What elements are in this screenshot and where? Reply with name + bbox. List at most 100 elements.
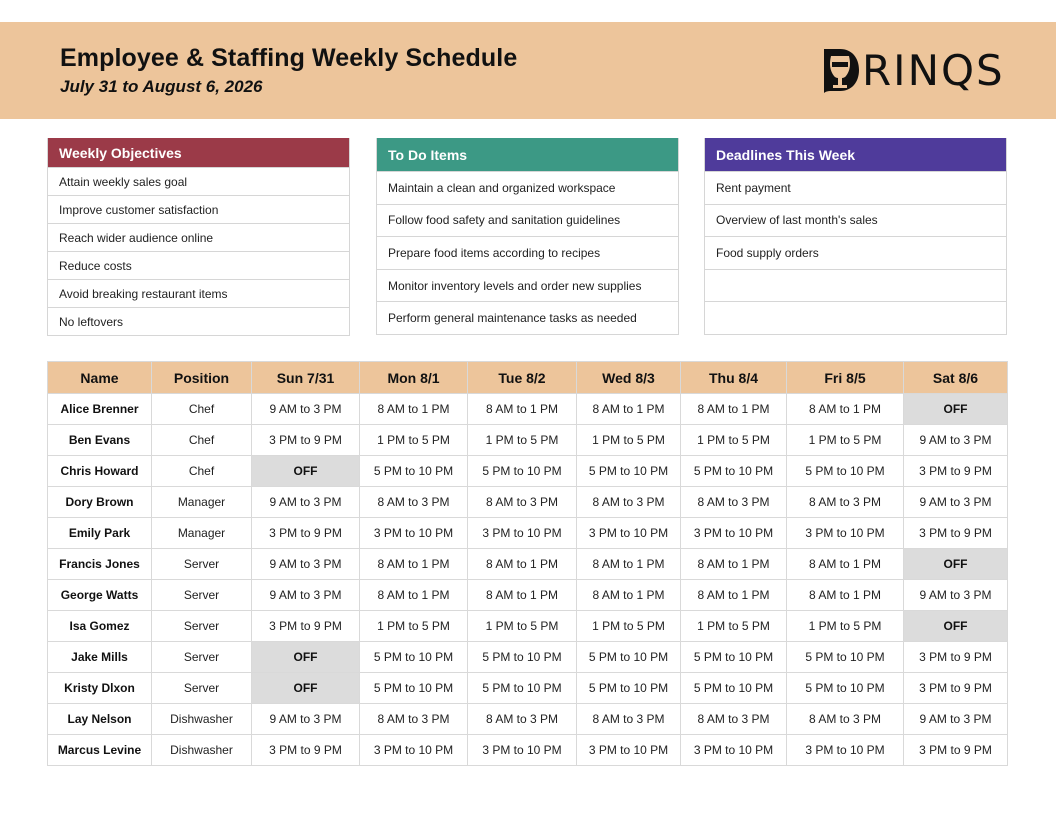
table-row: Isa Gomez Server 3 PM to 9 PM 1 PM to 5 PM 1… xyxy=(47,610,1008,642)
brand-name: RINQS xyxy=(862,46,1005,95)
shift-cell: 1 PM to 5 PM xyxy=(467,610,577,642)
shift-cell: 9 AM to 3 PM xyxy=(903,579,1008,611)
shift-cell: 8 AM to 1 PM xyxy=(576,548,681,580)
list-item: Follow food safety and sanitation guidel… xyxy=(377,203,678,237)
list-item: Avoid breaking restaurant items xyxy=(48,279,349,307)
todo-items-panel: To Do Items Maintain a clean and organiz… xyxy=(376,138,679,335)
employee-name: George Watts xyxy=(47,579,152,611)
shift-off-cell: OFF xyxy=(251,672,360,704)
shift-cell: 8 AM to 3 PM xyxy=(680,486,787,518)
column-header: Name xyxy=(47,361,152,394)
shift-cell: 3 PM to 9 PM xyxy=(903,455,1008,487)
employee-position: Chef xyxy=(151,393,252,425)
shift-cell: 8 AM to 3 PM xyxy=(359,703,468,735)
employee-position: Server xyxy=(151,610,252,642)
shift-cell: 5 PM to 10 PM xyxy=(467,641,577,673)
shift-cell: 3 PM to 9 PM xyxy=(251,734,360,766)
shift-cell: 8 AM to 3 PM xyxy=(467,703,577,735)
table-row: Jake Mills Server OFF 5 PM to 10 PM 5 PM to … xyxy=(47,641,1008,673)
employee-name: Emily Park xyxy=(47,517,152,549)
employee-position: Server xyxy=(151,579,252,611)
weekly-objectives-title: Weekly Objectives xyxy=(48,138,349,167)
list-item: Monitor inventory levels and order new s… xyxy=(377,268,678,302)
shift-cell: 9 AM to 3 PM xyxy=(903,703,1008,735)
shift-cell: 8 AM to 1 PM xyxy=(467,579,577,611)
shift-cell: 3 PM to 9 PM xyxy=(903,734,1008,766)
shift-cell: 8 AM to 1 PM xyxy=(680,548,787,580)
shift-cell: 3 PM to 10 PM xyxy=(576,734,681,766)
shift-cell: 1 PM to 5 PM xyxy=(786,424,904,456)
shift-cell: 5 PM to 10 PM xyxy=(467,672,577,704)
list-item: Reach wider audience online xyxy=(48,223,349,251)
employee-name: Kristy Dlxon xyxy=(47,672,152,704)
shift-cell: 8 AM to 1 PM xyxy=(680,579,787,611)
date-range: July 31 to August 6, 2026 xyxy=(60,77,263,96)
shift-off-cell: OFF xyxy=(903,393,1008,425)
table-row: Alice Brenner Chef 9 AM to 3 PM 8 AM to 1 P… xyxy=(47,393,1008,425)
shift-cell: 1 PM to 5 PM xyxy=(576,424,681,456)
weekly-objectives-panel: Weekly Objectives Attain weekly sales go… xyxy=(47,138,350,336)
shift-cell: 1 PM to 5 PM xyxy=(680,610,787,642)
table-row: Emily Park Manager 3 PM to 9 PM 3 PM to 10 … xyxy=(47,517,1008,549)
shift-cell: 5 PM to 10 PM xyxy=(576,641,681,673)
employee-position: Manager xyxy=(151,517,252,549)
schedule-header-row: Name Position Sun 7/31 Mon 8/1 Tue 8/2 Wed 8/… xyxy=(47,361,1008,394)
shift-cell: 5 PM to 10 PM xyxy=(680,641,787,673)
shift-cell: 9 AM to 3 PM xyxy=(903,486,1008,518)
shift-cell: 5 PM to 10 PM xyxy=(786,641,904,673)
shift-cell: 1 PM to 5 PM xyxy=(786,610,904,642)
shift-cell: 8 AM to 3 PM xyxy=(786,703,904,735)
shift-cell: 3 PM to 9 PM xyxy=(903,672,1008,704)
shift-cell: 8 AM to 3 PM xyxy=(576,486,681,518)
shift-cell: 9 AM to 3 PM xyxy=(903,424,1008,456)
shift-cell: 3 PM to 9 PM xyxy=(251,517,360,549)
shift-cell: 8 AM to 1 PM xyxy=(467,548,577,580)
shift-cell: 3 PM to 10 PM xyxy=(359,734,468,766)
shift-cell: 5 PM to 10 PM xyxy=(359,641,468,673)
employee-position: Dishwasher xyxy=(151,734,252,766)
shift-cell: 5 PM to 10 PM xyxy=(680,672,787,704)
shift-cell: 5 PM to 10 PM xyxy=(680,455,787,487)
employee-position: Server xyxy=(151,641,252,673)
employee-position: Chef xyxy=(151,424,252,456)
table-row: Kristy Dlxon Server OFF 5 PM to 10 PM 5 PM t… xyxy=(47,672,1008,704)
column-header: Wed 8/3 xyxy=(576,361,681,394)
employee-name: Isa Gomez xyxy=(47,610,152,642)
shift-cell: 8 AM to 1 PM xyxy=(576,579,681,611)
shift-cell: 8 AM to 3 PM xyxy=(359,486,468,518)
list-item: Rent payment xyxy=(705,171,1006,204)
employee-name: Chris Howard xyxy=(47,455,152,487)
employee-position: Manager xyxy=(151,486,252,518)
shift-cell: 3 PM to 10 PM xyxy=(467,734,577,766)
shift-cell: 3 PM to 9 PM xyxy=(251,424,360,456)
shift-cell: 8 AM to 3 PM xyxy=(467,486,577,518)
list-item: Improve customer satisfaction xyxy=(48,195,349,223)
shift-cell: 3 PM to 10 PM xyxy=(680,517,787,549)
shift-cell: 5 PM to 10 PM xyxy=(359,455,468,487)
employee-name: Ben Evans xyxy=(47,424,152,456)
column-header: Tue 8/2 xyxy=(467,361,577,394)
table-row: Chris Howard Chef OFF 5 PM to 10 PM 5 PM to … xyxy=(47,455,1008,487)
shift-cell: 3 PM to 9 PM xyxy=(251,610,360,642)
schedule-table: Name Position Sun 7/31 Mon 8/1 Tue 8/2 Wed 8/… xyxy=(47,361,1008,766)
todo-items-title: To Do Items xyxy=(377,138,678,171)
shift-cell: 8 AM to 1 PM xyxy=(576,393,681,425)
table-row: Dory Brown Manager 9 AM to 3 PM 8 AM to 3 P… xyxy=(47,486,1008,518)
table-row: George Watts Server 9 AM to 3 PM 8 AM to 1 … xyxy=(47,579,1008,611)
list-item: Attain weekly sales goal xyxy=(48,167,349,195)
shift-cell: 1 PM to 5 PM xyxy=(359,610,468,642)
shift-cell: 8 AM to 3 PM xyxy=(786,486,904,518)
employee-name: Alice Brenner xyxy=(47,393,152,425)
shift-cell: 3 PM to 10 PM xyxy=(786,517,904,549)
shift-cell: 3 PM to 10 PM xyxy=(576,517,681,549)
employee-position: Dishwasher xyxy=(151,703,252,735)
shift-cell: 3 PM to 10 PM xyxy=(680,734,787,766)
shift-cell: 5 PM to 10 PM xyxy=(786,455,904,487)
table-row: Francis Jones Server 9 AM to 3 PM 8 AM to 1… xyxy=(47,548,1008,580)
shift-cell: 8 AM to 1 PM xyxy=(359,579,468,611)
wine-glass-d-icon xyxy=(824,49,859,93)
shift-cell: 9 AM to 3 PM xyxy=(251,548,360,580)
employee-name: Dory Brown xyxy=(47,486,152,518)
shift-cell: 8 AM to 1 PM xyxy=(786,548,904,580)
shift-cell: 5 PM to 10 PM xyxy=(467,455,577,487)
